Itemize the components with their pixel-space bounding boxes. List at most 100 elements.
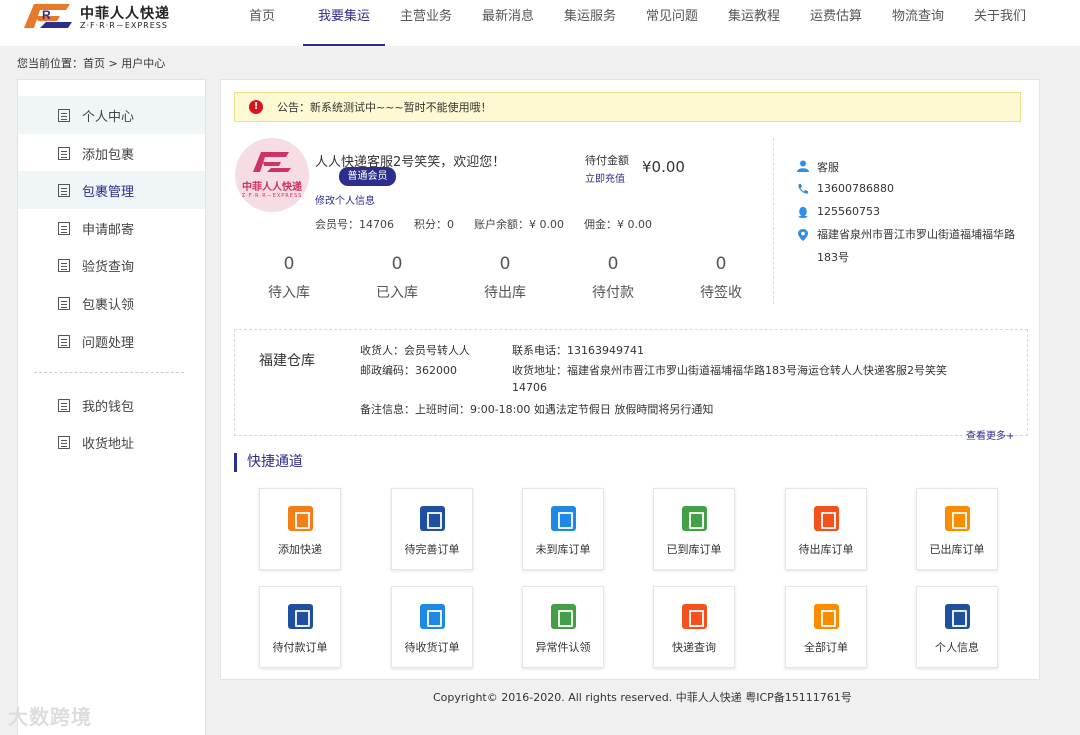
tile-all-orders[interactable]: 全部订单 [785,586,867,668]
pending-order-icon [420,506,445,531]
sidebar-item-label: 包裹认领 [82,297,135,313]
counter-awaiting-payment[interactable]: 0 待付款 [559,254,667,302]
sidebar-item-issues[interactable]: 问题处理 [18,322,205,360]
nav-home[interactable]: 首页 [221,0,303,46]
counter-value: 0 [715,254,727,274]
breadcrumb-prefix: 您当前位置： [17,57,83,70]
doc-icon [58,183,70,197]
counter-label: 待签收 [700,285,742,301]
counter-value: 0 [391,254,403,274]
nav-news[interactable]: 最新消息 [467,0,549,46]
tile-label: 添加快递 [278,543,322,556]
warehouse-address-continued: 14706 [512,381,547,394]
tile-to-receive[interactable]: 待收货订单 [391,586,473,668]
contact-phone: 13600786880 [797,182,894,195]
sidebar-item-label: 我的钱包 [82,399,135,415]
contact-phone-text: 13600786880 [817,182,894,195]
view-more-link[interactable]: 查看更多+ [966,427,1014,442]
shipped-icon [945,506,970,531]
doc-icon [58,435,70,449]
doc-icon [58,258,70,272]
tile-profile[interactable]: 个人信息 [916,586,998,668]
member-level-badge: 普通会员 [339,167,396,186]
edit-profile-link[interactable]: 修改个人信息 [315,192,375,207]
sidebar-item-label: 个人中心 [82,109,135,125]
sidebar-item-package-management[interactable]: 包裹管理 [18,171,205,209]
tile-exception-claim[interactable]: 异常件认领 [522,586,604,668]
nav-faq[interactable]: 常见问题 [631,0,713,46]
breadcrumb-separator: > [105,57,122,70]
nav-about[interactable]: 关于我们 [959,0,1041,46]
counter-inbound[interactable]: 0 已入库 [343,254,451,302]
counter-awaiting-outbound[interactable]: 0 待出库 [451,254,559,302]
tile-label: 待完善订单 [404,543,460,556]
site-logo[interactable]: R 中菲人人快递 Z·F·R·R－EXPRESS [20,2,170,30]
tile-not-arrived[interactable]: 未到库订单 [522,488,604,570]
main-nav: 首页 我要集运 主营业务 最新消息 集运服务 常见问题 集运教程 运费估算 物流… [221,0,1041,46]
tile-arrived[interactable]: 已到库订单 [653,488,735,570]
sidebar-item-claim-package[interactable]: 包裹认领 [18,284,205,322]
doc-icon [58,108,70,122]
nav-consolidation[interactable]: 我要集运 [303,0,385,46]
sidebar-item-add-package[interactable]: 添加包裹 [18,134,205,172]
commission: 佣金：¥ 0.00 [584,218,652,231]
nav-tracking[interactable]: 物流查询 [877,0,959,46]
location-icon [798,229,808,241]
user-icon [797,160,809,172]
contact-qq: 125560753 [797,205,880,218]
logo-name-en: Z·F·R·R－EXPRESS [80,21,168,30]
doc-icon [58,398,70,412]
sidebar-item-label: 申请邮寄 [82,222,135,238]
exception-claim-icon [551,604,576,629]
sidebar-item-inspection[interactable]: 验货查询 [18,246,205,284]
top-header: R 中菲人人快递 Z·F·R·R－EXPRESS 首页 我要集运 主营业务 最新… [0,0,1080,46]
profile-icon [945,604,970,629]
warehouse-address: 收货地址：福建省泉州市晋江市罗山街道福埔福华路183号海运仓转人人快递客服2号笑… [512,364,947,377]
sidebar-item-wallet[interactable]: 我的钱包 [18,386,205,424]
tile-express-search[interactable]: 快递查询 [653,586,735,668]
counter-awaiting-signature[interactable]: 0 待签收 [667,254,775,302]
tile-add-express[interactable]: 添加快递 [259,488,341,570]
nav-tutorial[interactable]: 集运教程 [713,0,795,46]
contact-service-text: 客服 [817,161,839,174]
counter-value: 0 [499,254,511,274]
vertical-divider [773,138,774,304]
sidebar-item-addresses[interactable]: 收货地址 [18,423,205,461]
notice-text: 公告：新系统测试中~~~暂时不能使用哦！ [277,101,492,114]
breadcrumb-home[interactable]: 首页 [83,57,105,70]
tile-label: 未到库订单 [535,543,591,556]
tile-shipped[interactable]: 已出库订单 [916,488,998,570]
sidebar-item-user-center[interactable]: 个人中心 [18,96,205,134]
nav-services[interactable]: 集运服务 [549,0,631,46]
recharge-link[interactable]: 立即充值 [585,170,625,185]
tile-label: 待收货订单 [404,641,460,654]
sidebar-item-apply-mailing[interactable]: 申请邮寄 [18,209,205,247]
avatar-name-en: Z·F·R·R－EXPRESS [241,193,303,199]
nav-business[interactable]: 主营业务 [385,0,467,46]
counter-label: 待入库 [268,285,310,301]
phone-icon [798,184,808,194]
tile-label: 个人信息 [935,641,979,654]
warehouse-name: 福建仓库 [259,353,315,369]
avatar-logo-icon [253,152,291,172]
avatar-name-cn: 中菲人人快递 [242,182,302,193]
sidebar-item-label: 收货地址 [82,436,135,452]
tile-payment-pending[interactable]: 待付款订单 [259,586,341,668]
pending-amount-label: 待付金额 [585,154,629,167]
sidebar-item-label: 添加包裹 [82,147,135,163]
warehouse-tel: 联系电话：13163949741 [512,344,644,357]
avatar[interactable]: 中菲人人快递 Z·F·R·R－EXPRESS [235,138,309,212]
add-express-icon [288,506,313,531]
tile-pending-order[interactable]: 待完善订单 [391,488,473,570]
warehouse-postcode: 邮政编码：362000 [360,364,457,377]
doc-icon [58,221,70,235]
counter-label: 待出库 [484,285,526,301]
counter-awaiting-inbound[interactable]: 0 待入库 [235,254,343,302]
tile-awaiting-shipment[interactable]: 待出库订单 [785,488,867,570]
counter-label: 待付款 [592,285,634,301]
sidebar-item-label: 问题处理 [82,335,135,351]
counter-value: 0 [607,254,619,274]
nav-shipping-estimate[interactable]: 运费估算 [795,0,877,46]
payment-pending-icon [288,604,313,629]
breadcrumb: 您当前位置：首页 > 用户中心 [17,55,165,71]
